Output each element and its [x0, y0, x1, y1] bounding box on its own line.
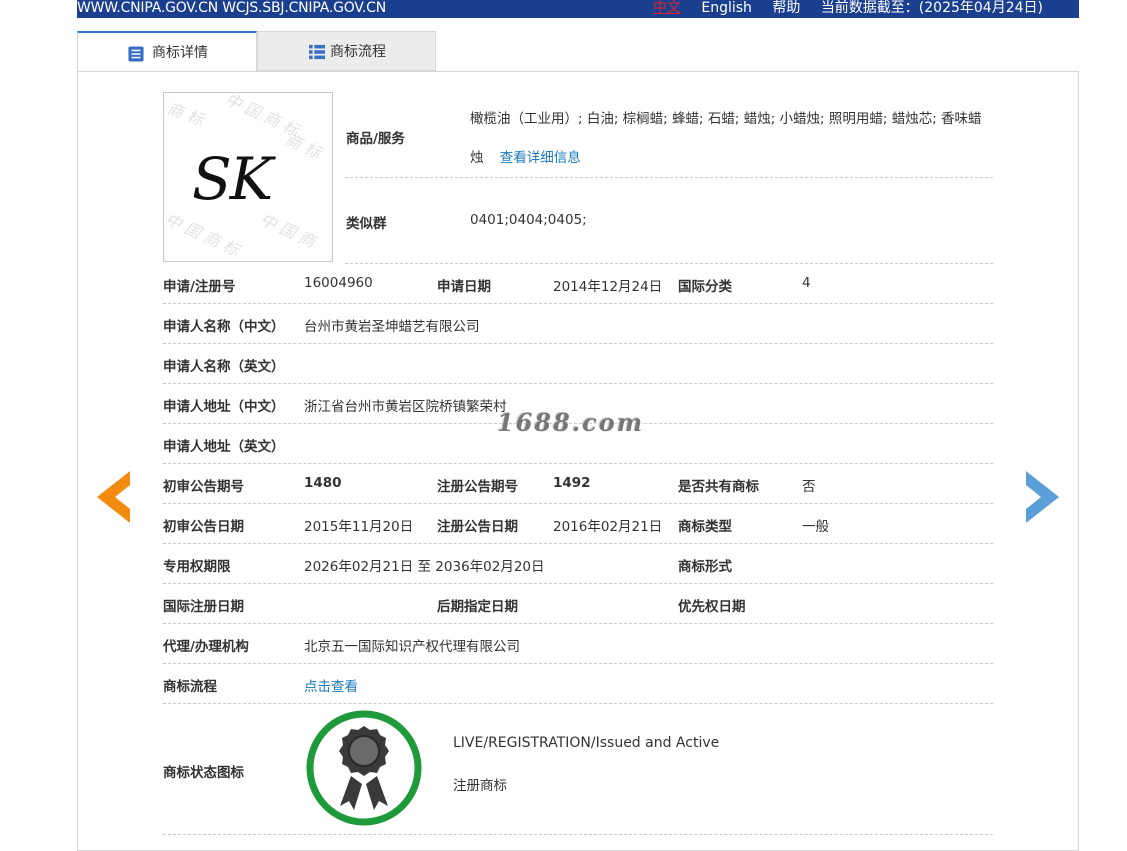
language-english-link[interactable]: English: [701, 0, 752, 16]
divider: [163, 503, 993, 504]
divider: [345, 177, 993, 178]
help-link[interactable]: 帮助: [772, 0, 800, 16]
prelim-pub-date-label: 初审公告日期: [163, 519, 244, 535]
mark-form-label: 商标形式: [678, 559, 732, 575]
trademark-logo-text: SK: [192, 145, 273, 213]
exclusive-term-label: 专用权期限: [163, 559, 231, 575]
reg-pub-no-label: 注册公告期号: [437, 479, 518, 495]
divider: [163, 303, 993, 304]
divider: [163, 543, 993, 544]
mark-type-label: 商标类型: [678, 519, 732, 535]
reg-no-label: 申请/注册号: [163, 279, 236, 295]
exclusive-term-value: 2026年02月21日 至 2036年02月20日: [304, 559, 545, 575]
status-title: LIVE/REGISTRATION/Issued and Active: [453, 735, 720, 751]
svg-text:中 国 商: 中 国 商: [257, 209, 320, 252]
divider: [345, 263, 993, 264]
svg-text:商 标: 商 标: [282, 129, 325, 163]
app-date-value: 2014年12月24日: [553, 279, 663, 295]
address-cn-value: 浙江省台州市黄岩区院桥镇繁荣村: [304, 399, 507, 415]
grid-list-icon: [309, 44, 325, 60]
goods-label: 商品/服务: [346, 131, 405, 147]
prelim-pub-date-value: 2015年11月20日: [304, 519, 414, 535]
reg-pub-date-value: 2016年02月21日: [553, 519, 663, 535]
reg-pub-no-value: 1492: [553, 475, 591, 491]
svg-text:中 国 商 标: 中 国 商 标: [164, 209, 244, 261]
app-date-label: 申请日期: [437, 279, 491, 295]
language-chinese-link[interactable]: 中文: [653, 0, 681, 16]
award-ribbon-icon: [306, 710, 422, 826]
site-watermark: 1688.com: [497, 408, 645, 437]
intl-class-label: 国际分类: [678, 279, 732, 295]
applicant-cn-label: 申请人名称（中文）: [163, 319, 285, 335]
reg-pub-date-label: 注册公告日期: [437, 519, 518, 535]
similar-group-label: 类似群: [346, 216, 387, 232]
arrow-left-icon[interactable]: [97, 471, 131, 523]
divider: [163, 383, 993, 384]
reg-no-value: 16004960: [304, 275, 373, 291]
similar-group-value: 0401;0404;0405;: [470, 212, 587, 228]
shared-label: 是否共有商标: [678, 479, 759, 495]
applicant-cn-value: 台州市黄岩圣坤蜡艺有限公司: [304, 319, 480, 335]
intl-class-value: 4: [802, 275, 811, 291]
address-cn-label: 申请人地址（中文）: [163, 399, 285, 415]
applicant-en-label: 申请人名称（英文）: [163, 359, 285, 375]
flow-label: 商标流程: [163, 679, 217, 695]
view-details-link[interactable]: 查看详细信息: [500, 150, 581, 166]
priority-date-label: 优先权日期: [678, 599, 746, 615]
tab-trademark-detail[interactable]: 商标详情: [77, 31, 257, 71]
status-subtitle: 注册商标: [453, 778, 507, 794]
shared-value: 否: [802, 479, 816, 495]
arrow-right-icon[interactable]: [1025, 471, 1059, 523]
goods-value: 橄榄油（工业用）; 白油; 棕榈蜡; 蜂蜡; 石蜡; 蜡烛; 小蜡烛; 照明用蜡…: [470, 100, 995, 178]
top-bar-links: 中文 English 帮助 当前数据截至：(2025年04月24日): [653, 0, 1043, 17]
top-bar: WWW.CNIPA.GOV.CN WCJS.SBJ.CNIPA.GOV.CN 中…: [77, 0, 1079, 18]
status-icon-label: 商标状态图标: [163, 765, 244, 781]
divider: [163, 623, 993, 624]
divider: [163, 703, 993, 704]
prelim-pub-no-label: 初审公告期号: [163, 479, 244, 495]
divider: [163, 463, 993, 464]
address-en-label: 申请人地址（英文）: [163, 439, 285, 455]
list-icon: [128, 46, 144, 62]
agency-label: 代理/办理机构: [163, 639, 249, 655]
later-designation-date-label: 后期指定日期: [437, 599, 518, 615]
svg-text:商 标: 商 标: [165, 99, 208, 130]
tab-label: 商标详情: [152, 45, 208, 61]
prelim-pub-no-value: 1480: [304, 475, 342, 491]
view-flow-link[interactable]: 点击查看: [304, 675, 358, 695]
site-url: WWW.CNIPA.GOV.CN WCJS.SBJ.CNIPA.GOV.CN: [77, 0, 386, 16]
trademark-image: 商 标 中 国 商 标 商 标 中 国 商 标 中 国 商 SK: [163, 92, 333, 262]
divider: [163, 583, 993, 584]
tab-label: 商标流程: [330, 44, 386, 60]
divider: [163, 663, 993, 664]
data-date-text: 当前数据截至：(2025年04月24日): [820, 0, 1043, 16]
divider: [163, 343, 993, 344]
agency-value: 北京五一国际知识产权代理有限公司: [304, 639, 520, 655]
intl-reg-date-label: 国际注册日期: [163, 599, 244, 615]
mark-type-value: 一般: [802, 519, 829, 535]
tab-trademark-flow[interactable]: 商标流程: [257, 31, 436, 71]
divider: [163, 834, 993, 835]
